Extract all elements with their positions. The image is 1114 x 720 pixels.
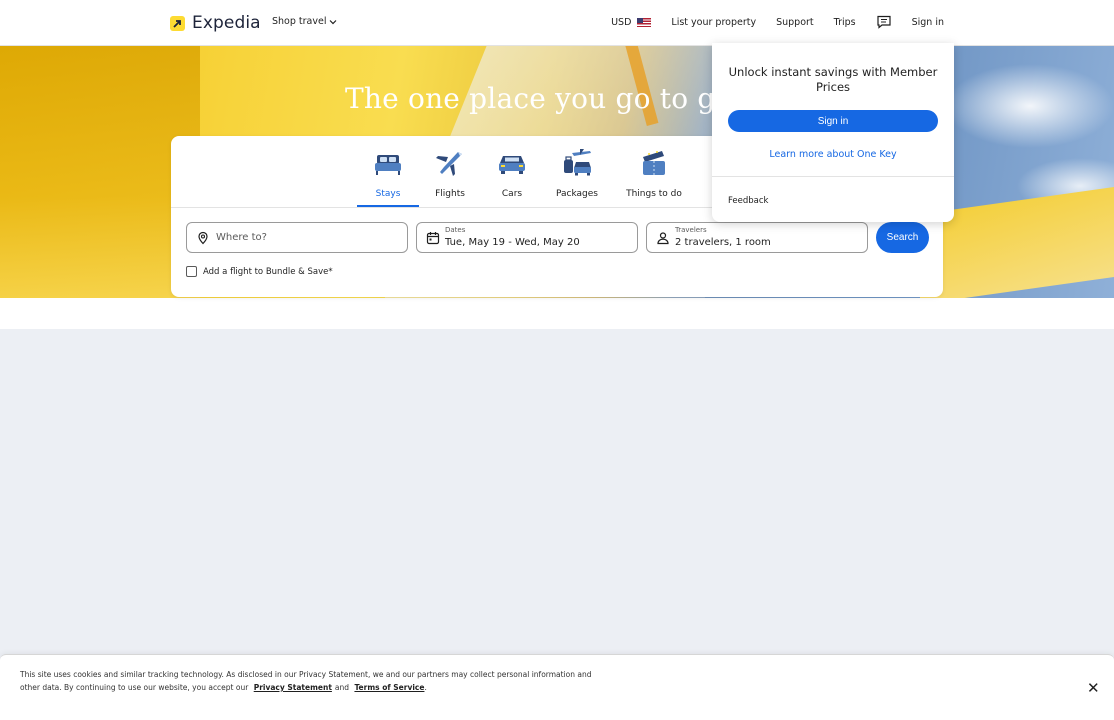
currency-selector[interactable]: USD bbox=[611, 16, 652, 28]
expedia-logo-icon bbox=[170, 15, 185, 31]
learn-more-one-key-link[interactable]: Learn more about One Key bbox=[712, 149, 954, 160]
tab-cars-label: Cars bbox=[501, 189, 523, 199]
cookie-and-text: and bbox=[334, 683, 350, 692]
us-flag-icon bbox=[637, 17, 652, 27]
messages-button[interactable] bbox=[876, 14, 892, 30]
chat-icon bbox=[876, 15, 891, 29]
terms-of-service-link[interactable]: Terms of Service bbox=[354, 683, 424, 692]
shop-travel-menu[interactable]: Shop travel bbox=[272, 16, 337, 27]
sign-in-dropdown: Unlock instant savings with Member Price… bbox=[712, 43, 954, 222]
tab-cars[interactable]: Cars bbox=[489, 148, 535, 199]
destination-input[interactable]: Where to? bbox=[186, 222, 408, 253]
dates-value: Tue, May 19 - Wed, May 20 bbox=[445, 237, 580, 248]
shop-travel-label: Shop travel bbox=[272, 16, 327, 27]
bundle-flight-option[interactable]: Add a flight to Bundle & Save* bbox=[186, 266, 333, 277]
currency-label: USD bbox=[611, 16, 632, 28]
chevron-down-icon bbox=[330, 19, 337, 24]
active-tab-indicator bbox=[357, 205, 419, 207]
person-icon bbox=[657, 232, 669, 245]
travelers-label: Travelers bbox=[675, 226, 707, 234]
site-header: Expedia Shop travel USD List your proper… bbox=[0, 0, 1114, 46]
tab-packages-label: Packages bbox=[556, 189, 598, 199]
tab-stays[interactable]: Stays bbox=[357, 148, 419, 199]
travelers-field[interactable]: Travelers 2 travelers, 1 room bbox=[646, 222, 868, 253]
cookie-notice-text: This site uses cookies and similar track… bbox=[20, 668, 610, 694]
calendar-icon bbox=[426, 232, 440, 245]
packages-icon bbox=[564, 149, 591, 176]
close-icon[interactable]: ✕ bbox=[1087, 679, 1100, 697]
destination-placeholder: Where to? bbox=[216, 232, 267, 243]
support-link[interactable]: Support bbox=[776, 17, 814, 28]
search-button[interactable]: Search bbox=[876, 222, 929, 253]
tab-things-to-do-label: Things to do bbox=[626, 189, 682, 199]
bundle-label: Add a flight to Bundle & Save* bbox=[203, 266, 333, 277]
member-prices-heading: Unlock instant savings with Member Price… bbox=[728, 65, 938, 94]
tab-things-to-do[interactable]: Things to do bbox=[621, 148, 687, 199]
sign-in-link[interactable]: Sign in bbox=[912, 17, 944, 28]
plane-icon bbox=[436, 152, 462, 176]
ticket-icon bbox=[643, 151, 665, 175]
list-property-link[interactable]: List your property bbox=[671, 17, 756, 28]
tab-packages[interactable]: Packages bbox=[549, 148, 605, 199]
cookie-banner: This site uses cookies and similar track… bbox=[0, 654, 1114, 720]
logo-text: Expedia bbox=[192, 13, 261, 33]
location-pin-icon bbox=[198, 231, 208, 245]
trips-link[interactable]: Trips bbox=[834, 17, 856, 28]
expedia-logo[interactable]: Expedia bbox=[170, 13, 261, 33]
bundle-checkbox[interactable] bbox=[186, 266, 197, 277]
popup-divider bbox=[712, 176, 954, 177]
bed-icon bbox=[375, 155, 401, 175]
privacy-statement-link[interactable]: Privacy Statement bbox=[254, 683, 332, 692]
dates-label: Dates bbox=[445, 226, 466, 234]
tab-flights-label: Flights bbox=[435, 189, 465, 199]
feedback-link[interactable]: Feedback bbox=[728, 196, 768, 206]
tab-stays-label: Stays bbox=[375, 189, 401, 199]
car-icon bbox=[499, 156, 525, 174]
content-strip bbox=[0, 298, 1114, 329]
travelers-value: 2 travelers, 1 room bbox=[675, 237, 771, 248]
dates-field[interactable]: Dates Tue, May 19 - Wed, May 20 bbox=[416, 222, 638, 253]
cookie-period: . bbox=[424, 683, 427, 692]
popup-sign-in-button[interactable]: Sign in bbox=[728, 110, 938, 132]
tab-flights[interactable]: Flights bbox=[425, 148, 475, 199]
header-nav: USD List your property Support Trips Sig… bbox=[591, 14, 944, 30]
